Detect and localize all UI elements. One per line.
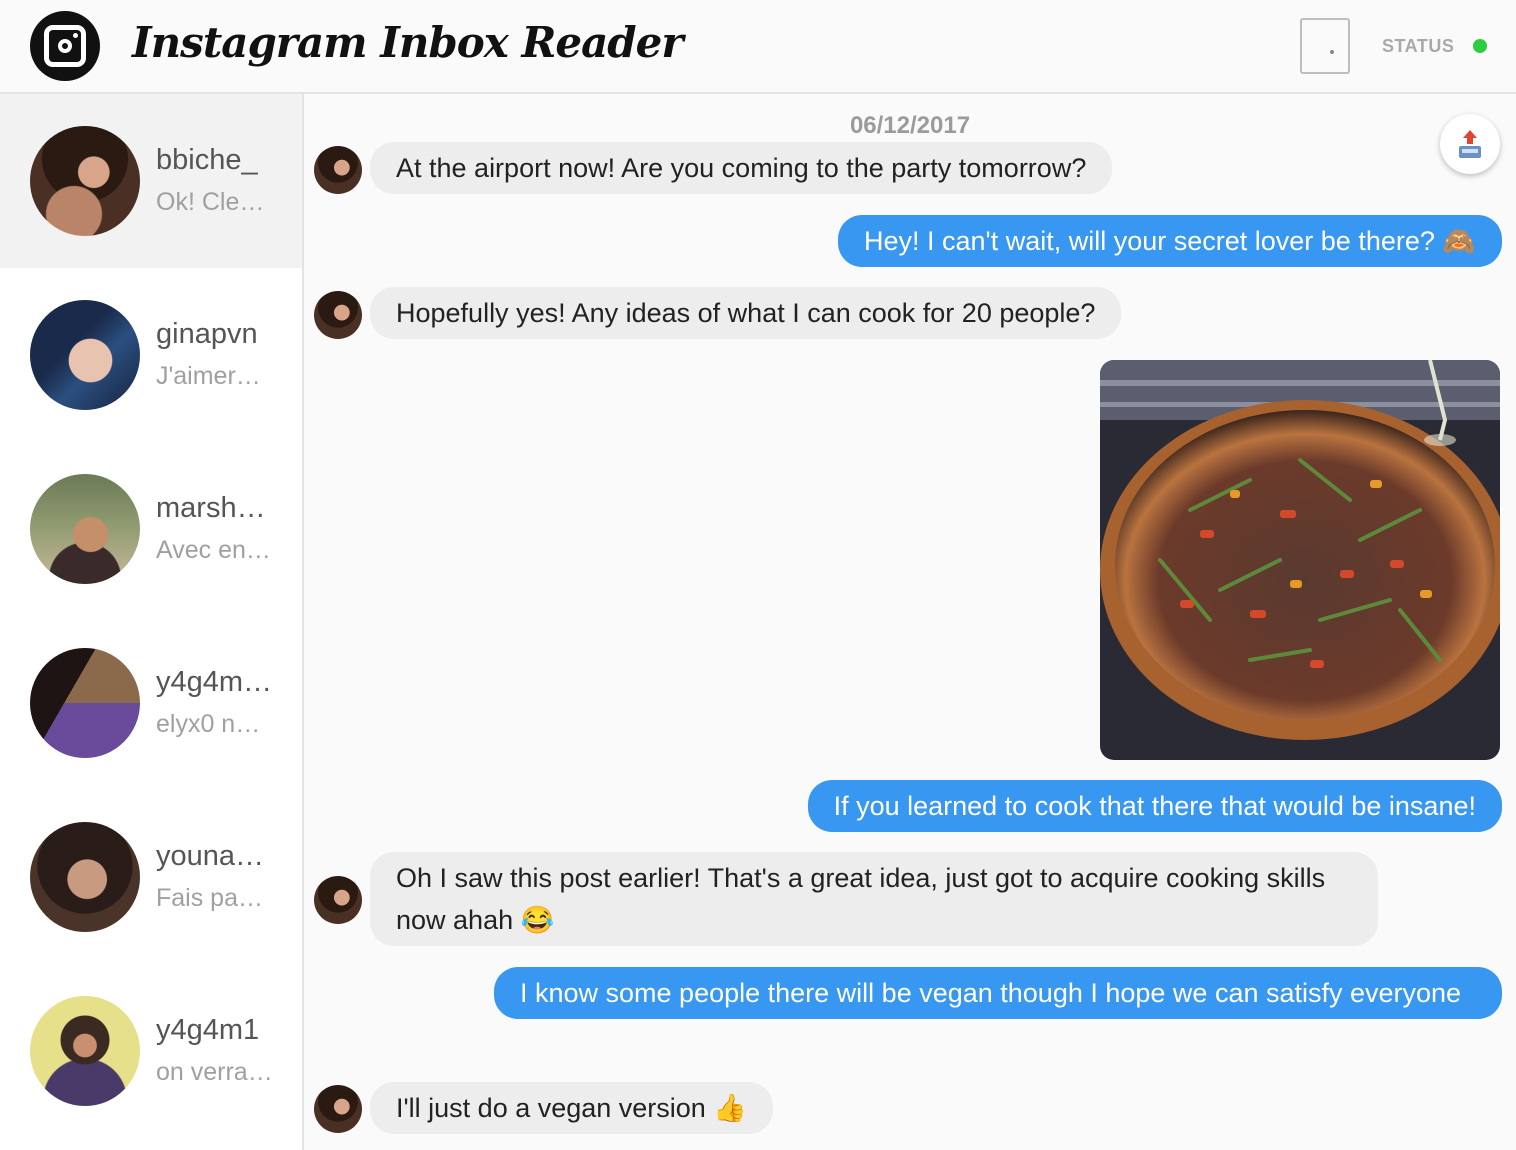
- conversation-item-y4g4m-group[interactable]: y4g4m… elyx0 na…: [0, 616, 302, 790]
- sender-avatar: [314, 146, 362, 194]
- conversation-name: y4g4m…: [156, 666, 273, 698]
- date-separator: 06/12/2017: [849, 112, 971, 139]
- avatar: [30, 300, 140, 410]
- message-bubble-outgoing: Hey! I can't wait, will your secret love…: [837, 215, 1502, 267]
- message-bubble-outgoing: I know some people there will be vegan t…: [494, 967, 1502, 1019]
- conversation-item-y4g4m1[interactable]: y4g4m1 on verra…: [0, 964, 302, 1138]
- conversation-preview: elyx0 na…: [156, 710, 274, 738]
- message-bubble-incoming: At the airport now! Are you coming to th…: [370, 142, 1113, 194]
- conversation-name: y4g4m1: [156, 1014, 260, 1046]
- conversation-name: marsh…: [156, 492, 266, 524]
- avatar: [30, 648, 140, 758]
- conversation-preview: J'aimer…: [156, 362, 261, 390]
- conversation-preview: on verra…: [156, 1058, 273, 1086]
- sender-avatar: [314, 876, 362, 924]
- conversation-item-youna[interactable]: youna… Fais pa…: [0, 790, 302, 964]
- conversation-item-marsh[interactable]: marsh… Avec en…: [0, 442, 302, 616]
- conversation-item-ginapvn[interactable]: ginapvn J'aimer…: [0, 268, 302, 442]
- avatar: [30, 126, 140, 236]
- upload-icon[interactable]: [1440, 114, 1500, 174]
- message-bubble-incoming: Oh I saw this post earlier! That's a gre…: [370, 852, 1378, 946]
- sender-avatar: [314, 1085, 362, 1133]
- conversation-list: bbiche_ Ok! Cle… ginapvn J'aimer… marsh……: [0, 94, 304, 1150]
- app-title: Instagram Inbox Reader: [132, 18, 683, 67]
- status-dot-icon: [1473, 39, 1487, 53]
- conversation-name: bbiche_: [156, 144, 258, 176]
- sender-avatar: [314, 291, 362, 339]
- conversation-item-bbiche[interactable]: bbiche_ Ok! Cle…: [0, 94, 302, 268]
- conversation-name: youna…: [156, 840, 265, 872]
- conversation-preview: Avec en…: [156, 536, 271, 564]
- instagram-camera-icon: [30, 11, 100, 81]
- message-bubble-incoming: I'll just do a vegan version 👍: [370, 1082, 773, 1134]
- avatar: [30, 996, 140, 1106]
- door-icon[interactable]: [1300, 18, 1350, 74]
- avatar: [30, 822, 140, 932]
- message-bubble-outgoing: If you learned to cook that there that w…: [807, 780, 1502, 832]
- conversation-name: ginapvn: [156, 318, 258, 350]
- message-bubble-incoming: Hopefully yes! Any ideas of what I can c…: [370, 287, 1122, 339]
- conversation-preview: Fais pa…: [156, 884, 263, 912]
- shared-photo[interactable]: [1100, 360, 1500, 760]
- chat-panel: 06/12/2017 At the airport now! Are you c…: [304, 94, 1516, 1150]
- app-header: Instagram Inbox Reader STATUS: [0, 0, 1516, 94]
- status-label: STATUS: [1382, 36, 1455, 56]
- conversation-preview: Ok! Cle…: [156, 188, 265, 216]
- avatar: [30, 474, 140, 584]
